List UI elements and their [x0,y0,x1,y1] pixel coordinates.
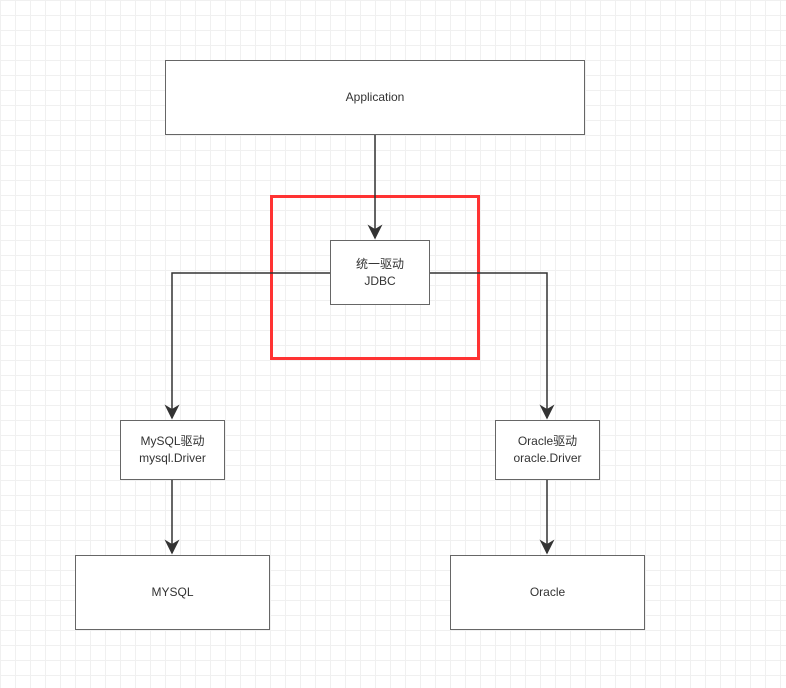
node-jdbc-line2: JDBC [364,273,395,290]
node-mysql-driver: MySQL驱动 mysql.Driver [120,420,225,480]
node-oracle-driver-line2: oracle.Driver [513,450,581,467]
node-jdbc: 统一驱动 JDBC [330,240,430,305]
node-oracle-label: Oracle [530,584,565,601]
node-mysql-driver-line2: mysql.Driver [139,450,206,467]
node-oracle-driver-line1: Oracle驱动 [518,433,577,450]
node-oracle: Oracle [450,555,645,630]
node-application: Application [165,60,585,135]
node-jdbc-line1: 统一驱动 [356,256,404,273]
node-oracle-driver: Oracle驱动 oracle.Driver [495,420,600,480]
node-application-label: Application [346,89,405,106]
node-mysql: MYSQL [75,555,270,630]
node-mysql-driver-line1: MySQL驱动 [140,433,204,450]
node-mysql-label: MYSQL [151,584,193,601]
